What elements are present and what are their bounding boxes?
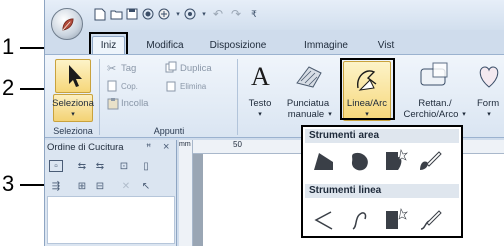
realistic-view-icon[interactable] [183, 7, 197, 21]
view-frame-icon[interactable]: ▫ [49, 160, 63, 172]
line-curve-icon[interactable] [347, 207, 373, 233]
callout-3: 3 [2, 171, 15, 196]
area-semi-auto-icon[interactable] [383, 148, 409, 174]
line-freehand-icon[interactable] [417, 207, 443, 233]
duplicate-icon [165, 61, 177, 76]
redo-icon[interactable]: ↷ [229, 7, 243, 21]
leaf-icon [62, 18, 74, 31]
copy-icon [107, 80, 119, 95]
area-curve-icon[interactable] [347, 148, 373, 174]
ruler-tick-label: 50 [233, 140, 242, 149]
area-freehand-icon[interactable] [417, 148, 443, 174]
group-separator [237, 59, 238, 135]
undo-icon[interactable]: ↶ [211, 7, 225, 21]
customize-qat-icon[interactable]: ₹ [247, 7, 261, 21]
area-polygon-icon[interactable] [311, 148, 337, 174]
chevron-down-icon: ▾ [487, 111, 491, 118]
tab-edit[interactable]: Modifica [137, 36, 193, 54]
select-arrow-button[interactable] [55, 59, 91, 93]
chevron-down-icon[interactable]: ▾ [197, 7, 211, 21]
form-label: Form [477, 98, 500, 109]
list-icon[interactable]: ▯ [139, 160, 153, 172]
panel-title: Ordine di Cucitura [47, 142, 124, 153]
chevron-down-icon: ▾ [71, 111, 75, 118]
delete-button[interactable]: Elimina [180, 81, 206, 92]
area-tools-header: Strumenti area [305, 129, 459, 143]
tab-arrange[interactable]: Disposizione [203, 36, 273, 54]
disabled-tool-icon[interactable]: ✕ [119, 180, 133, 192]
group-label-clipboard: Appunti [153, 126, 185, 136]
svg-text:A: A [251, 62, 270, 91]
callout-2: 2 [2, 75, 15, 100]
move-front-icon[interactable]: ⇆ [75, 160, 89, 172]
quick-access-toolbar: ▾ ▾ ↶ ↷ ₹ [45, 0, 504, 30]
sewing-order-list [47, 196, 175, 244]
callout-1: 1 [2, 34, 15, 59]
line-tools-header: Strumenti linea [305, 184, 459, 198]
group-separator [99, 59, 100, 135]
rect-label-line2: Cerchio/Arco [403, 109, 459, 120]
chevron-down-icon: ▾ [258, 111, 262, 118]
group-label-select: Seleziona [53, 126, 93, 136]
line-polyline-icon[interactable] [311, 207, 337, 233]
text-a-icon: A [251, 62, 270, 91]
save-icon[interactable] [125, 7, 139, 21]
tab-image[interactable]: Immagine [298, 36, 354, 54]
group-icon[interactable]: ⊞ [75, 180, 89, 192]
ruler-unit: mm [179, 141, 191, 148]
paste-icon [107, 97, 119, 113]
ungroup-icon[interactable]: ⊟ [93, 180, 107, 192]
line-semi-auto-icon[interactable] [383, 207, 409, 233]
heart-shape-icon [479, 66, 499, 88]
punch-label-line2: manuale [287, 109, 325, 120]
vertical-ruler [179, 140, 193, 246]
manual-punch-icon [296, 66, 322, 88]
line-arc-dropdown: Strumenti area Strumenti linea [301, 125, 463, 238]
open-folder-icon[interactable] [109, 7, 123, 21]
chevron-down-icon: ▾ [462, 111, 466, 118]
rectangle-circle-icon [420, 62, 448, 86]
rect-label-line1: Rettan./ [418, 98, 452, 109]
pin-icon[interactable]: ꟸ [146, 142, 151, 153]
chevron-down-icon: ▾ [328, 111, 332, 118]
arrow-pointer-icon [69, 65, 82, 87]
application-button[interactable] [51, 8, 83, 40]
sewing-order-panel: Ordine di Cucitura ꟸ × ▫ ⇆ ⇆ ⊡ ▯ ⇶ ⊞ ⊟ ✕… [45, 140, 177, 246]
scissors-icon: ✂ [107, 63, 117, 75]
select-pointer-icon[interactable]: ↖ [139, 180, 153, 192]
cut-button[interactable]: Tag [121, 63, 136, 74]
delete-icon [165, 80, 177, 95]
lock-icon[interactable]: ⊡ [117, 160, 131, 172]
new-file-icon[interactable] [93, 7, 107, 21]
punch-label-line1: Punciatua [286, 98, 330, 109]
paste-button[interactable]: Incolla [121, 98, 148, 109]
tab-view[interactable]: Vist [371, 36, 401, 54]
stitch-preview-icon[interactable] [157, 7, 171, 21]
duplicate-button[interactable]: Duplica [180, 63, 212, 74]
record-icon[interactable] [141, 7, 155, 21]
select-label: Seleziona [52, 98, 94, 109]
text-label: Testo [248, 98, 272, 109]
copy-button[interactable]: Cop. [121, 81, 138, 92]
move-back-icon[interactable]: ⇆ [93, 160, 107, 172]
callout-box-line-arc [340, 58, 395, 120]
canvas-page-edge [193, 154, 203, 246]
close-icon[interactable]: × [163, 141, 169, 153]
order-icon[interactable]: ⇶ [49, 180, 63, 192]
